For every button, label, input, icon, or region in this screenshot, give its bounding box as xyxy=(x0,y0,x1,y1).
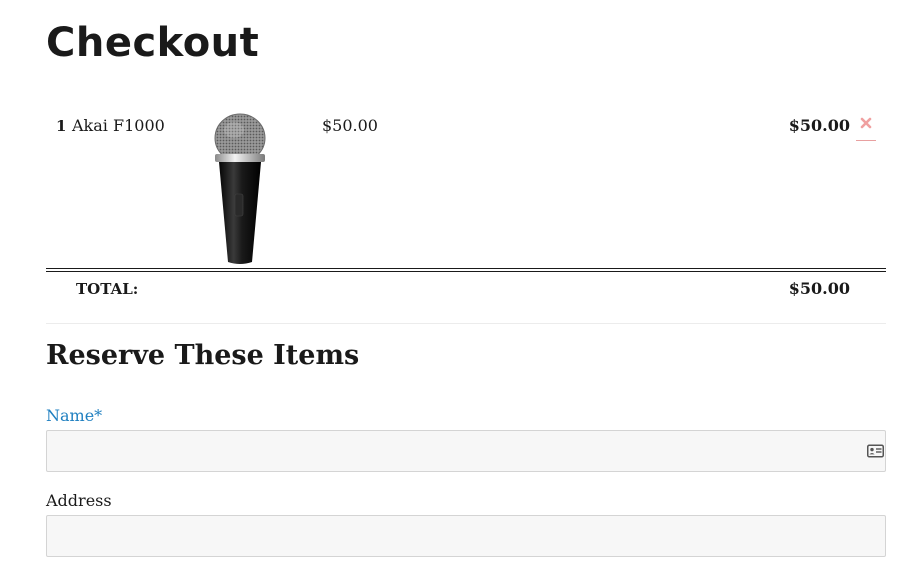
address-label: Address xyxy=(46,491,112,510)
totals-divider xyxy=(46,268,886,272)
microphone-icon xyxy=(214,113,266,264)
reserve-heading: Reserve These Items xyxy=(46,340,360,371)
name-field[interactable] xyxy=(46,430,886,472)
total-label: TOTAL: xyxy=(76,280,139,298)
name-label: Name* xyxy=(46,406,103,425)
cart-table: 1 Akai F1000 $50.00 $50.00 TOTAL: $50.00 xyxy=(46,100,886,324)
address-field[interactable] xyxy=(46,515,886,557)
contact-card-icon[interactable] xyxy=(867,444,884,458)
item-line-total: $50.00 xyxy=(788,116,850,135)
item-price: $50.00 xyxy=(322,116,378,135)
remove-item-button[interactable] xyxy=(856,113,876,141)
cart-item-row: 1 Akai F1000 $50.00 $50.00 xyxy=(46,100,886,268)
close-icon xyxy=(860,117,872,129)
item-name: Akai F1000 xyxy=(72,116,165,135)
page-title: Checkout xyxy=(46,20,260,66)
product-image xyxy=(210,112,270,264)
item-quantity: 1 xyxy=(56,117,67,135)
table-divider xyxy=(46,323,886,324)
total-value: $50.00 xyxy=(788,279,850,298)
